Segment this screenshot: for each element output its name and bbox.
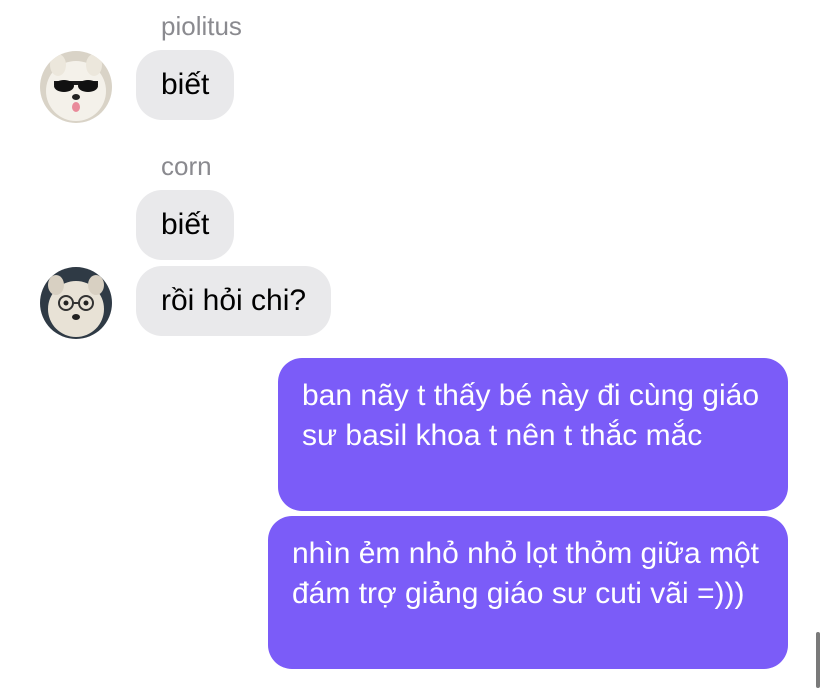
message-bubble-incoming[interactable]: biết (136, 50, 235, 120)
dog-glasses-icon (40, 267, 112, 339)
sender-name: corn (161, 151, 212, 181)
message-bubble-outgoing[interactable]: ban nãy t thấy bé này đi cùng giáo sư ba… (278, 358, 788, 511)
scroll-indicator[interactable] (816, 632, 820, 688)
samoyed-sunglasses-icon (40, 51, 112, 123)
chat-thread: piolitus biết corn biết rồi hỏi chi? ban… (0, 0, 828, 688)
message-bubble-incoming[interactable]: rồi hỏi chi? (136, 266, 332, 336)
message-bubble-outgoing[interactable]: nhìn ẻm nhỏ nhỏ lọt thỏm giữa một đám tr… (268, 516, 788, 669)
sender-name: piolitus (161, 11, 242, 41)
message-bubble-incoming[interactable]: biết (136, 190, 235, 260)
avatar-corn[interactable] (40, 267, 112, 339)
avatar-piolitus[interactable] (40, 51, 112, 123)
